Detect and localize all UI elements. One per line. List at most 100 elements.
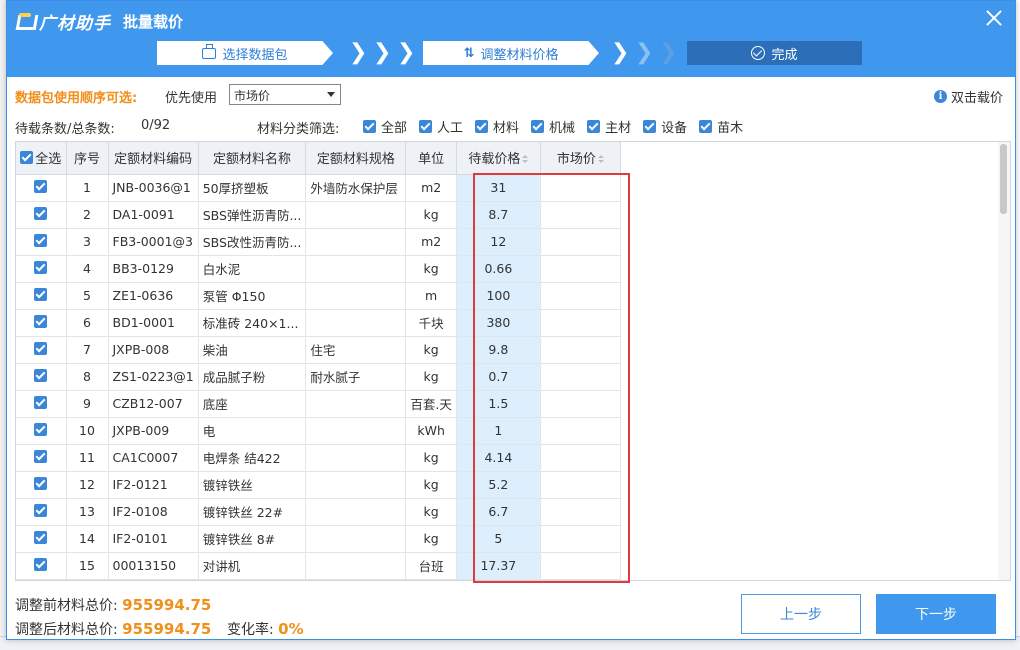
table-row[interactable]: 8 ZS1-0223@1 成品腻子粉 耐水腻子 kg 0.7 [16, 363, 621, 391]
vertical-scrollbar[interactable] [998, 142, 1010, 580]
row-no: 9 [66, 390, 109, 418]
prefer-select[interactable]: 市场价 [229, 84, 341, 105]
checkbox-icon[interactable] [34, 503, 48, 517]
prev-button[interactable]: 上一步 [741, 594, 861, 634]
checkbox-icon[interactable] [34, 287, 48, 301]
row-market-price[interactable] [540, 309, 621, 337]
table-row[interactable]: 14 IF2-0101 镀锌铁丝 8# kg 5 [16, 525, 621, 553]
double-click-load-link[interactable]: i 双击载价 [933, 87, 1003, 106]
row-market-price[interactable] [540, 498, 621, 526]
row-pending-price[interactable]: 0.66 [456, 255, 541, 283]
row-market-price[interactable] [540, 552, 621, 580]
table-row[interactable]: 2 DA1-0091 SBS弹性沥青防... kg 8.7 [16, 201, 621, 229]
row-market-price[interactable] [540, 228, 621, 256]
row-pending-price[interactable]: 380 [456, 309, 541, 337]
row-market-price[interactable] [540, 525, 621, 553]
checkbox-icon[interactable] [34, 476, 48, 490]
checkbox-icon[interactable] [34, 341, 48, 355]
row-pending-price[interactable]: 100 [456, 282, 541, 310]
filter-all-checkbox[interactable]: 全部 [363, 117, 407, 136]
row-checkbox-cell[interactable] [16, 444, 67, 472]
row-code: ZS1-0223@1 [108, 363, 199, 391]
row-checkbox-cell[interactable] [16, 228, 67, 256]
row-pending-price[interactable]: 12 [456, 228, 541, 256]
next-button[interactable]: 下一步 [876, 594, 996, 634]
checkbox-icon[interactable] [34, 233, 48, 247]
checkbox-icon[interactable] [34, 206, 48, 220]
checkbox-icon[interactable] [34, 395, 48, 409]
checkbox-icon[interactable] [34, 368, 48, 382]
table-row[interactable]: 1 JNB-0036@1 50厚挤塑板 外墙防水保护层 m2 31 [16, 174, 621, 202]
row-market-price[interactable] [540, 201, 621, 229]
row-checkbox-cell[interactable] [16, 282, 67, 310]
checkbox-icon[interactable] [34, 449, 48, 463]
row-spec [305, 228, 407, 256]
table-row[interactable]: 15 00013150 对讲机 台班 17.37 [16, 552, 621, 580]
filter-equipment-checkbox[interactable]: 设备 [643, 117, 687, 136]
step-label: 调整材料价格 [480, 47, 559, 63]
table-row[interactable]: 6 BD1-0001 标准砖 240×1... 千块 380 [16, 309, 621, 337]
row-pending-price[interactable]: 9.8 [456, 336, 541, 364]
row-pending-price[interactable]: 4.14 [456, 444, 541, 472]
row-market-price[interactable] [540, 282, 621, 310]
select-all-header[interactable]: 全选 [16, 142, 67, 175]
table-row[interactable]: 11 CA1C0007 电焊条 结422 kg 4.14 [16, 444, 621, 472]
row-checkbox-cell[interactable] [16, 336, 67, 364]
row-checkbox-cell[interactable] [16, 363, 67, 391]
row-pending-price[interactable]: 6.7 [456, 498, 541, 526]
row-market-price[interactable] [540, 417, 621, 445]
row-checkbox-cell[interactable] [16, 174, 67, 202]
row-pending-price[interactable]: 1 [456, 417, 541, 445]
options-row: 数据包使用顺序可选: 优先使用 市场价 i 双击载价 [7, 83, 1015, 107]
row-market-price[interactable] [540, 390, 621, 418]
row-pending-price[interactable]: 31 [456, 174, 541, 202]
row-market-price[interactable] [540, 336, 621, 364]
scrollbar-thumb[interactable] [1000, 144, 1007, 214]
market-price-header[interactable]: 市场价 [540, 142, 621, 175]
name-header: 定额材料名称 [198, 142, 307, 175]
table-row[interactable]: 9 CZB12-007 底座 百套.天 1.5 [16, 390, 621, 418]
row-pending-price[interactable]: 1.5 [456, 390, 541, 418]
table-row[interactable]: 10 JXPB-009 电 kWh 1 [16, 417, 621, 445]
table-row[interactable]: 3 FB3-0001@3 SBS改性沥青防... m2 12 [16, 228, 621, 256]
checkbox-icon[interactable] [34, 530, 48, 544]
row-checkbox-cell[interactable] [16, 498, 67, 526]
table-row[interactable]: 5 ZE1-0636 泵管 Φ150 m 100 [16, 282, 621, 310]
row-market-price[interactable] [540, 444, 621, 472]
row-pending-price[interactable]: 8.7 [456, 201, 541, 229]
filter-seedling-checkbox[interactable]: 苗木 [699, 117, 743, 136]
row-checkbox-cell[interactable] [16, 525, 67, 553]
row-checkbox-cell[interactable] [16, 552, 67, 580]
checkbox-icon[interactable] [34, 314, 48, 328]
row-pending-price[interactable]: 5 [456, 525, 541, 553]
filter-labor-checkbox[interactable]: 人工 [419, 117, 463, 136]
row-market-price[interactable] [540, 174, 621, 202]
row-market-price[interactable] [540, 471, 621, 499]
row-market-price[interactable] [540, 363, 621, 391]
row-checkbox-cell[interactable] [16, 390, 67, 418]
filter-material-checkbox[interactable]: 材料 [475, 117, 519, 136]
filter-machine-checkbox[interactable]: 机械 [531, 117, 575, 136]
checkbox-icon[interactable] [34, 179, 48, 193]
table-row[interactable]: 4 BB3-0129 白水泥 kg 0.66 [16, 255, 621, 283]
table-row[interactable]: 12 IF2-0121 镀锌铁丝 kg 5.2 [16, 471, 621, 499]
table-row[interactable]: 13 IF2-0108 镀锌铁丝 22# kg 6.7 [16, 498, 621, 526]
row-pending-price[interactable]: 17.37 [456, 552, 541, 580]
row-market-price[interactable] [540, 255, 621, 283]
prefer-select-value: 市场价 [234, 89, 271, 103]
row-checkbox-cell[interactable] [16, 201, 67, 229]
checkbox-icon[interactable] [34, 260, 48, 274]
pending-price-header[interactable]: 待载价格 [456, 142, 541, 175]
checkbox-icon[interactable] [34, 557, 48, 571]
row-checkbox-cell[interactable] [16, 255, 67, 283]
filter-main-material-checkbox[interactable]: 主材 [587, 117, 631, 136]
row-pending-price[interactable]: 5.2 [456, 471, 541, 499]
row-checkbox-cell[interactable] [16, 471, 67, 499]
row-checkbox-cell[interactable] [16, 309, 67, 337]
row-pending-price[interactable]: 0.7 [456, 363, 541, 391]
table-row[interactable]: 7 JXPB-008 柴油 住宅 kg 9.8 [16, 336, 621, 364]
checkbox-icon[interactable] [34, 422, 48, 436]
close-icon[interactable] [983, 7, 1005, 29]
row-checkbox-cell[interactable] [16, 417, 67, 445]
prefer-label: 优先使用 [165, 91, 218, 106]
